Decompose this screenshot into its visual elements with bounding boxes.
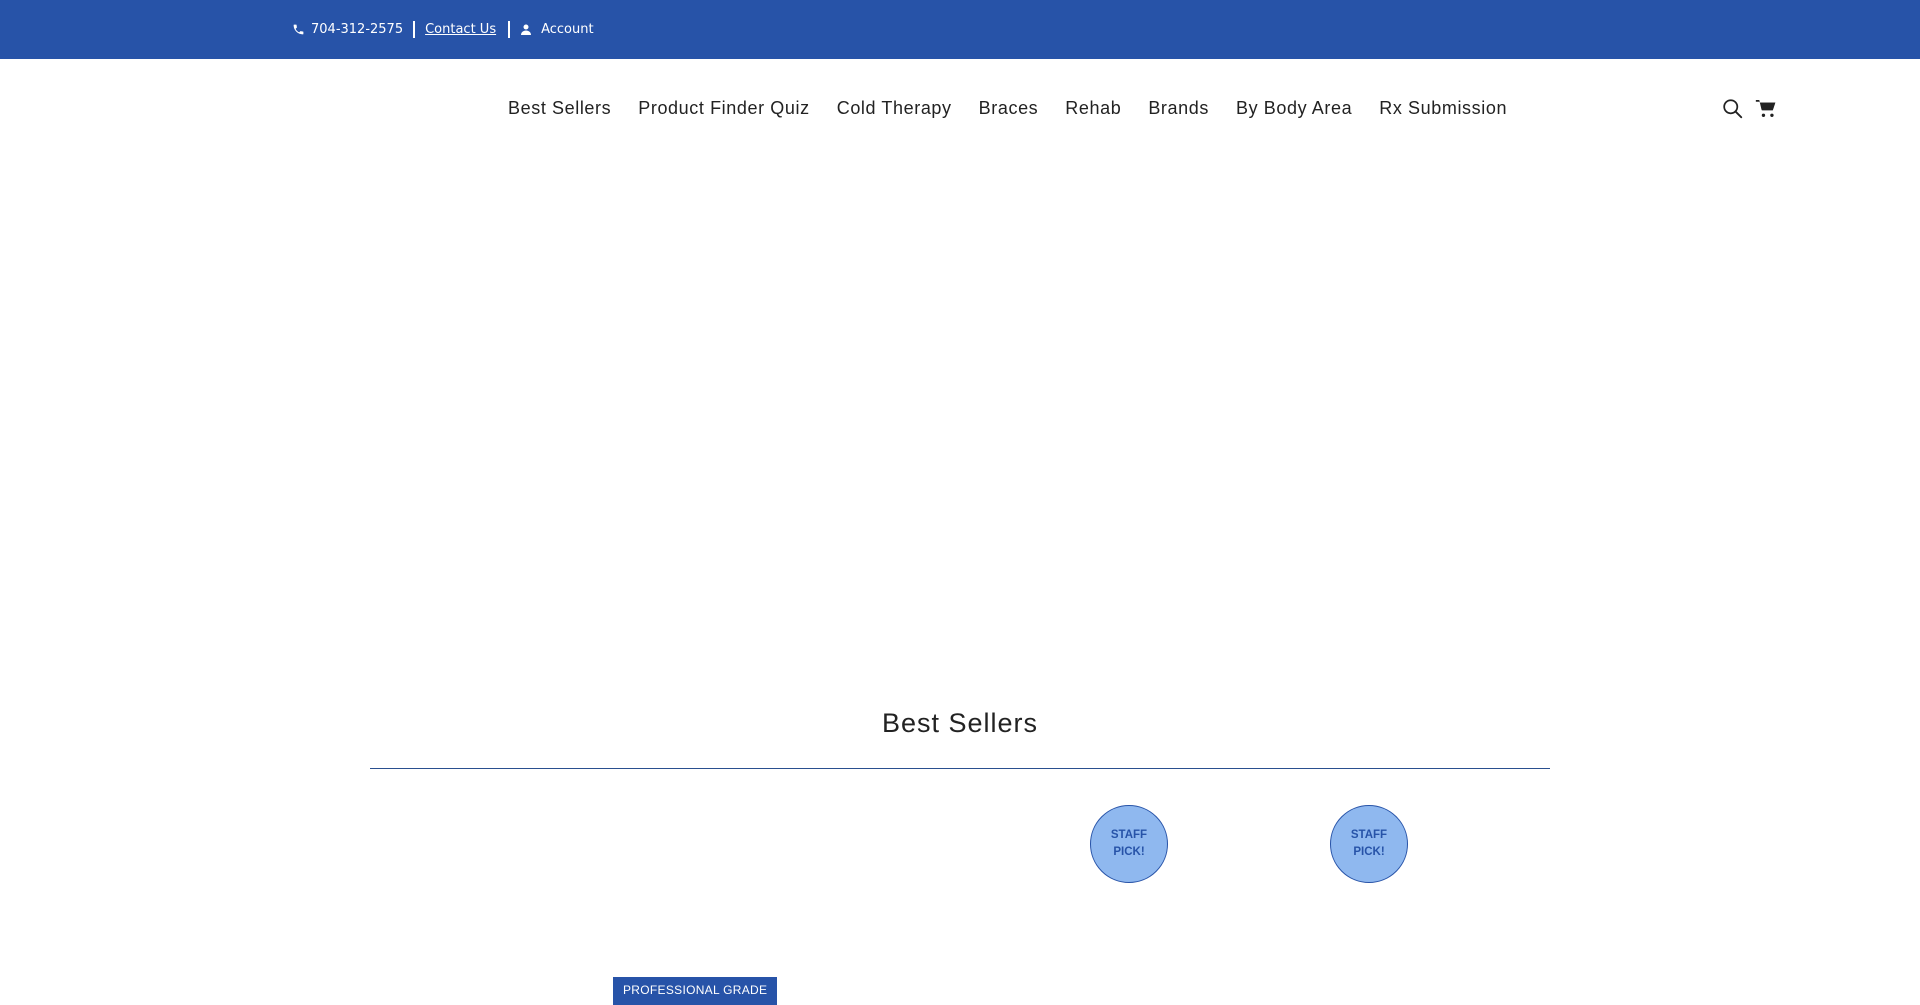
nav-item-rehab[interactable]: Rehab xyxy=(1065,98,1121,119)
top-utility-bar: 704-312-2575 Contact Us Account xyxy=(0,0,1920,59)
main-navigation: Best Sellers Product Finder Quiz Cold Th… xyxy=(0,86,1920,131)
phone-link[interactable]: 704-312-2575 xyxy=(292,22,403,37)
nav-item-by-body-area[interactable]: By Body Area xyxy=(1236,98,1352,119)
account-label: Account xyxy=(541,22,594,37)
account-link[interactable]: Account xyxy=(520,22,594,37)
nav-item-brands[interactable]: Brands xyxy=(1148,98,1209,119)
section-divider xyxy=(370,768,1550,769)
nav-item-braces[interactable]: Braces xyxy=(979,98,1039,119)
topbar-divider xyxy=(413,21,416,38)
professional-grade-tag: PROFESSIONAL GRADE xyxy=(613,977,778,1005)
contact-us-link[interactable]: Contact Us xyxy=(425,22,498,37)
nav-item-best-sellers[interactable]: Best Sellers xyxy=(508,98,611,119)
nav-item-cold-therapy[interactable]: Cold Therapy xyxy=(837,98,952,119)
nav-item-rx-submission[interactable]: Rx Submission xyxy=(1379,98,1507,119)
nav-item-product-finder-quiz[interactable]: Product Finder Quiz xyxy=(638,98,809,119)
nav-menu: Best Sellers Product Finder Quiz Cold Th… xyxy=(508,86,1534,131)
nav-actions xyxy=(1722,86,1777,131)
staff-pick-badge: STAFF PICK! xyxy=(1330,805,1408,883)
best-sellers-heading: Best Sellers xyxy=(881,708,1039,738)
phone-number: 704-312-2575 xyxy=(311,22,404,37)
search-icon[interactable] xyxy=(1722,98,1743,119)
staff-pick-badge: STAFF PICK! xyxy=(1090,805,1168,883)
user-icon xyxy=(520,23,532,36)
topbar-divider xyxy=(508,21,511,38)
topbar-contact-group: 704-312-2575 Contact Us Account xyxy=(292,0,594,59)
phone-icon xyxy=(292,23,305,36)
cart-icon[interactable] xyxy=(1755,98,1777,119)
